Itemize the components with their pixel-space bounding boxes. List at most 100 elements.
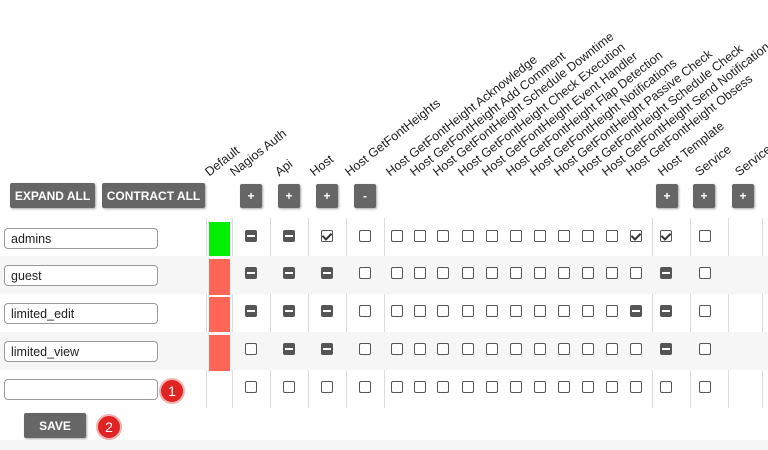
permission-checkbox[interactable] (283, 267, 295, 279)
default-indicator[interactable] (209, 335, 230, 371)
permission-checkbox[interactable] (321, 305, 333, 317)
permission-checkbox[interactable] (414, 267, 426, 279)
permission-checkbox[interactable] (462, 267, 474, 279)
permission-checkbox[interactable] (414, 305, 426, 317)
permission-checkbox[interactable] (414, 230, 426, 242)
permission-checkbox[interactable] (534, 305, 546, 317)
permission-checkbox[interactable] (391, 267, 403, 279)
permission-checkbox[interactable] (486, 343, 498, 355)
permission-checkbox[interactable] (391, 381, 403, 393)
permission-checkbox[interactable] (630, 230, 642, 242)
permission-checkbox[interactable] (510, 267, 522, 279)
expand-api-button[interactable]: + (278, 184, 300, 208)
permission-checkbox[interactable] (606, 267, 618, 279)
permission-checkbox[interactable] (283, 305, 295, 317)
permission-checkbox[interactable] (699, 343, 711, 355)
permission-checkbox[interactable] (582, 267, 594, 279)
permission-checkbox[interactable] (534, 230, 546, 242)
permission-checkbox[interactable] (283, 343, 295, 355)
permission-checkbox[interactable] (606, 343, 618, 355)
group-name-input[interactable] (4, 379, 158, 400)
permission-checkbox[interactable] (558, 343, 570, 355)
permission-checkbox[interactable] (359, 381, 371, 393)
permission-checkbox[interactable] (245, 381, 257, 393)
permission-checkbox[interactable] (437, 343, 449, 355)
permission-checkbox[interactable] (462, 343, 474, 355)
permission-checkbox[interactable] (630, 381, 642, 393)
default-indicator[interactable] (209, 259, 230, 295)
permission-checkbox[interactable] (510, 343, 522, 355)
expand-host-template-button[interactable]: + (656, 184, 678, 208)
permission-checkbox[interactable] (660, 381, 672, 393)
permission-checkbox[interactable] (437, 230, 449, 242)
default-indicator[interactable] (209, 222, 230, 258)
expand-service-button[interactable]: + (693, 184, 715, 208)
expand-host-getfontheights-button[interactable]: - (354, 184, 376, 208)
permission-checkbox[interactable] (245, 267, 257, 279)
permission-checkbox[interactable] (391, 343, 403, 355)
permission-checkbox[interactable] (486, 305, 498, 317)
permission-checkbox[interactable] (462, 230, 474, 242)
permission-checkbox[interactable] (245, 230, 257, 242)
permission-checkbox[interactable] (321, 230, 333, 242)
permission-checkbox[interactable] (558, 230, 570, 242)
group-name-input[interactable] (4, 303, 158, 324)
expand-host-button[interactable]: + (316, 184, 338, 208)
group-name-input[interactable] (4, 341, 158, 362)
permission-checkbox[interactable] (582, 343, 594, 355)
permission-checkbox[interactable] (359, 267, 371, 279)
permission-checkbox[interactable] (582, 381, 594, 393)
permission-checkbox[interactable] (245, 305, 257, 317)
permission-checkbox[interactable] (391, 230, 403, 242)
permission-checkbox[interactable] (414, 343, 426, 355)
default-indicator[interactable] (209, 297, 230, 333)
permission-checkbox[interactable] (245, 343, 257, 355)
group-name-input[interactable] (4, 265, 158, 286)
permission-checkbox[interactable] (437, 305, 449, 317)
permission-checkbox[interactable] (391, 305, 403, 317)
permission-checkbox[interactable] (283, 381, 295, 393)
permission-checkbox[interactable] (510, 230, 522, 242)
permission-checkbox[interactable] (283, 230, 295, 242)
permission-checkbox[interactable] (660, 343, 672, 355)
permission-checkbox[interactable] (534, 381, 546, 393)
permission-checkbox[interactable] (558, 381, 570, 393)
permission-checkbox[interactable] (321, 381, 333, 393)
permission-checkbox[interactable] (462, 381, 474, 393)
permission-checkbox[interactable] (660, 230, 672, 242)
group-name-input[interactable] (4, 228, 158, 249)
permission-checkbox[interactable] (437, 267, 449, 279)
permission-checkbox[interactable] (414, 381, 426, 393)
expand-all-button[interactable]: EXPAND ALL (10, 183, 95, 208)
permission-checkbox[interactable] (486, 267, 498, 279)
permission-checkbox[interactable] (534, 343, 546, 355)
permission-checkbox[interactable] (606, 305, 618, 317)
permission-checkbox[interactable] (606, 381, 618, 393)
contract-all-button[interactable]: CONTRACT ALL (102, 183, 205, 208)
permission-checkbox[interactable] (321, 343, 333, 355)
permission-checkbox[interactable] (534, 267, 546, 279)
permission-checkbox[interactable] (486, 230, 498, 242)
permission-checkbox[interactable] (359, 343, 371, 355)
permission-checkbox[interactable] (462, 305, 474, 317)
permission-checkbox[interactable] (437, 381, 449, 393)
save-button[interactable]: SAVE (24, 413, 86, 438)
permission-checkbox[interactable] (699, 230, 711, 242)
permission-checkbox[interactable] (699, 381, 711, 393)
permission-checkbox[interactable] (359, 305, 371, 317)
permission-checkbox[interactable] (582, 230, 594, 242)
permission-checkbox[interactable] (660, 305, 672, 317)
permission-checkbox[interactable] (660, 267, 672, 279)
expand-service-g-button[interactable]: + (732, 184, 754, 208)
permission-checkbox[interactable] (699, 305, 711, 317)
permission-checkbox[interactable] (321, 267, 333, 279)
permission-checkbox[interactable] (606, 230, 618, 242)
permission-checkbox[interactable] (486, 381, 498, 393)
permission-checkbox[interactable] (630, 267, 642, 279)
permission-checkbox[interactable] (510, 305, 522, 317)
permission-checkbox[interactable] (699, 267, 711, 279)
permission-checkbox[interactable] (558, 267, 570, 279)
permission-checkbox[interactable] (630, 343, 642, 355)
permission-checkbox[interactable] (359, 230, 371, 242)
permission-checkbox[interactable] (630, 305, 642, 317)
